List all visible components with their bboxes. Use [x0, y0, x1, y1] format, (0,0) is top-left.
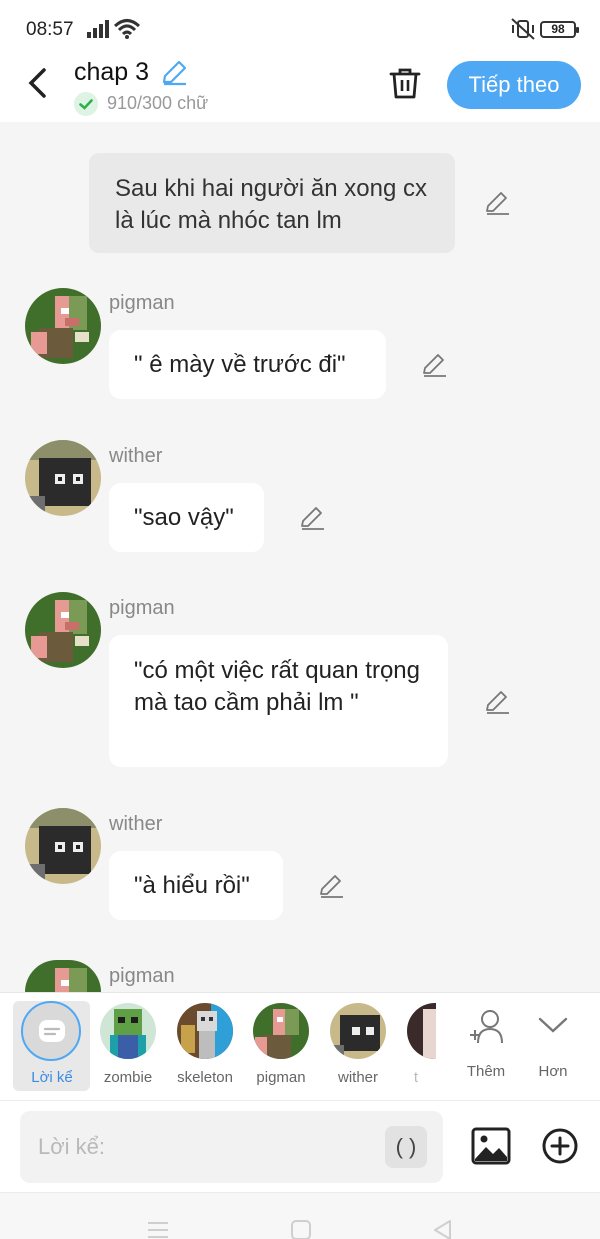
dialogue-bubble[interactable]: " ê mày về trước đi": [109, 330, 386, 399]
edit-pencil-icon[interactable]: [483, 189, 511, 217]
parentheses-button[interactable]: ( ): [385, 1126, 427, 1168]
next-button[interactable]: Tiếp theo: [447, 61, 581, 109]
menu-icon[interactable]: [145, 1219, 171, 1239]
wither-avatar[interactable]: [25, 440, 101, 516]
add-label: Thêm: [466, 1063, 506, 1080]
wifi-icon: [114, 19, 140, 39]
more-button[interactable]: Hơn: [523, 1005, 583, 1085]
clock: 08:57: [26, 19, 74, 40]
edit-title-pencil-icon[interactable]: [160, 60, 188, 86]
character-skeleton[interactable]: skeleton: [166, 1001, 244, 1091]
system-nav-bar: [0, 1192, 600, 1239]
more-label: Hơn: [538, 1063, 568, 1080]
character-pigman[interactable]: pigman: [242, 1001, 320, 1091]
pigman-avatar[interactable]: [25, 592, 101, 668]
character-label: t: [413, 1069, 419, 1086]
skeleton-avatar: [177, 1003, 233, 1059]
zombie-avatar: [100, 1003, 156, 1059]
word-count: 910/300 chữ: [107, 93, 209, 113]
edit-pencil-icon[interactable]: [298, 504, 326, 532]
pigman-avatar[interactable]: [25, 960, 101, 992]
battery-indicator: 98: [540, 21, 579, 38]
speech-bubble-icon: [39, 1020, 65, 1042]
character-wither[interactable]: wither: [319, 1001, 397, 1091]
vibrate-mute-icon: [511, 18, 535, 40]
dialogue-bubble[interactable]: "có một việc rất quan trọng mà tao cầm p…: [109, 635, 448, 767]
back-arrow-icon[interactable]: [24, 66, 52, 100]
character-selector: Lời kể zombie skeleton pigman wither t T…: [0, 992, 600, 1100]
character-label: wither: [337, 1069, 378, 1086]
dialogue-bubble[interactable]: "sao vậy": [109, 483, 264, 552]
speaker-name: wither: [109, 445, 163, 467]
wither-avatar: [330, 1003, 386, 1059]
status-bar: 08:57 98: [0, 0, 600, 58]
add-character-button[interactable]: Thêm: [456, 1005, 516, 1085]
chapter-title[interactable]: chap 3: [74, 58, 149, 87]
trash-icon[interactable]: [388, 66, 422, 100]
plus-circle-icon[interactable]: [541, 1127, 579, 1165]
pigman-avatar[interactable]: [25, 288, 101, 364]
speaker-name: pigman: [109, 597, 175, 619]
edit-pencil-icon[interactable]: [317, 872, 345, 900]
home-icon[interactable]: [288, 1219, 314, 1239]
dialogue-bubble[interactable]: "à hiểu rồi": [109, 851, 283, 920]
character-partial[interactable]: t: [396, 1001, 436, 1091]
edit-pencil-icon[interactable]: [483, 688, 511, 716]
composer: ( ): [0, 1100, 600, 1192]
character-avatar: [407, 1003, 436, 1059]
speaker-name: wither: [109, 813, 163, 835]
speaker-name: pigman: [109, 965, 175, 987]
chevron-down-icon: [538, 1017, 568, 1033]
narration-input[interactable]: [20, 1111, 443, 1183]
add-person-icon: [470, 1010, 503, 1044]
character-narrator[interactable]: Lời kể: [13, 1001, 90, 1091]
pigman-avatar: [253, 1003, 309, 1059]
wither-avatar[interactable]: [25, 808, 101, 884]
image-icon[interactable]: [471, 1127, 511, 1165]
editor-header: chap 3 910/300 chữ Tiếp theo: [0, 58, 600, 122]
check-icon: [74, 92, 98, 116]
signal-icon: [87, 20, 109, 38]
edit-pencil-icon[interactable]: [420, 351, 448, 379]
narration-bubble[interactable]: Sau khi hai người ăn xong cx là lúc mà n…: [89, 153, 455, 253]
character-zombie[interactable]: zombie: [89, 1001, 167, 1091]
speaker-name: pigman: [109, 292, 175, 314]
back-icon[interactable]: [430, 1219, 456, 1239]
